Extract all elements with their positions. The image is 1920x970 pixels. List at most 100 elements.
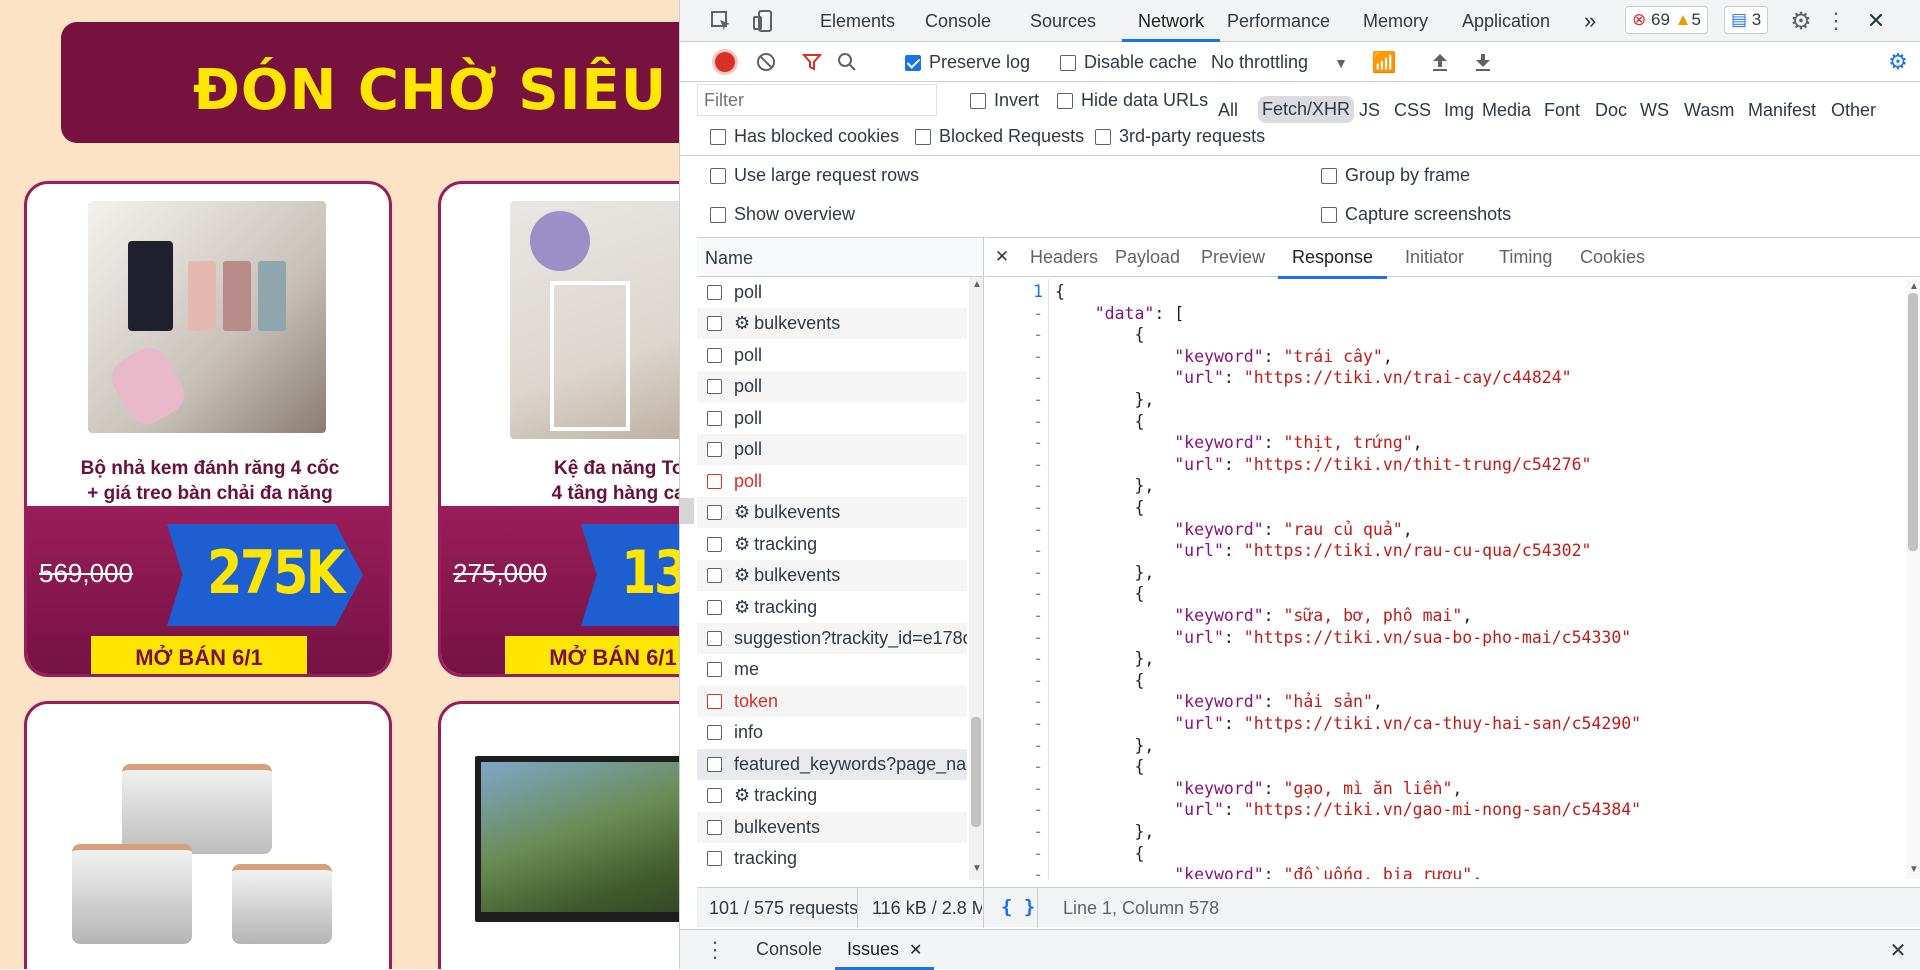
has-blocked-cookies-checkbox[interactable]: Has blocked cookies: [710, 126, 899, 147]
filter-type-css[interactable]: CSS: [1394, 100, 1431, 121]
request-checkbox[interactable]: [707, 442, 722, 458]
request-row[interactable]: ⚙ bulkevents: [697, 560, 967, 592]
hide-data-urls-checkbox[interactable]: Hide data URLs: [1057, 90, 1208, 111]
export-har-icon[interactable]: [1471, 50, 1495, 74]
request-row[interactable]: ⚙ tracking: [697, 592, 967, 623]
request-checkbox[interactable]: [707, 316, 722, 332]
filter-type-doc[interactable]: Doc: [1595, 100, 1627, 121]
disable-cache-checkbox[interactable]: Disable cache: [1060, 52, 1197, 73]
product-name[interactable]: Kệ đa năng Tok4 tầng hàng cao: [449, 456, 679, 506]
close-drawer-icon[interactable]: ✕: [1886, 938, 1910, 962]
request-checkbox[interactable]: [707, 568, 722, 584]
settings-gear-icon[interactable]: ⚙: [1788, 8, 1814, 35]
more-options-icon[interactable]: ⋮: [1823, 8, 1849, 34]
tab-cookies[interactable]: Cookies: [1580, 238, 1645, 276]
open-sale-label[interactable]: MỞ BÁN 6/1: [91, 636, 307, 674]
request-row[interactable]: ⚙ bulkevents: [697, 497, 967, 529]
product-card[interactable]: [24, 701, 392, 969]
device-toolbar-icon[interactable]: [750, 8, 776, 34]
request-row[interactable]: poll: [697, 403, 967, 434]
response-body[interactable]: 1{- "data": [- {- "keyword": "trái cây",…: [985, 279, 1920, 879]
import-har-icon[interactable]: [1428, 50, 1452, 74]
scrollbar-thumb[interactable]: [971, 717, 981, 827]
request-row[interactable]: poll: [697, 466, 967, 497]
close-tab-icon[interactable]: ✕: [909, 942, 922, 959]
tab-initiator[interactable]: Initiator: [1405, 238, 1464, 276]
close-devtools-icon[interactable]: ✕: [1863, 8, 1889, 34]
request-checkbox[interactable]: [707, 505, 722, 521]
request-checkbox[interactable]: [707, 851, 722, 867]
network-conditions-icon[interactable]: 📶: [1372, 50, 1397, 74]
request-row[interactable]: ⚙ tracking: [697, 529, 967, 560]
messages-counter[interactable]: ▤ 3: [1724, 6, 1769, 34]
request-row[interactable]: token: [697, 685, 967, 717]
product-card[interactable]: Kệ đa năng Tok4 tầng hàng cao 275,000 13…: [438, 181, 679, 677]
pretty-print-icon[interactable]: { }: [1001, 896, 1035, 918]
drawer-tab-console[interactable]: Console: [756, 939, 822, 960]
request-checkbox[interactable]: [707, 788, 722, 804]
inspect-element-icon[interactable]: [708, 8, 734, 34]
tab-sources[interactable]: Sources: [1030, 0, 1096, 42]
request-row[interactable]: suggestion?trackity_id=e178cf5d-...: [697, 622, 967, 654]
request-row[interactable]: tracking: [697, 843, 967, 874]
blocked-requests-checkbox[interactable]: Blocked Requests: [915, 126, 1084, 147]
filter-type-font[interactable]: Font: [1544, 100, 1580, 121]
product-name[interactable]: Bộ nhả kem đánh răng 4 cốc + giá treo bàn…: [35, 456, 385, 506]
request-checkbox[interactable]: [707, 285, 722, 300]
request-checkbox[interactable]: [707, 379, 722, 395]
filter-type-manifest[interactable]: Manifest: [1748, 100, 1816, 121]
tab-preview[interactable]: Preview: [1201, 238, 1265, 276]
filter-type-other[interactable]: Other: [1831, 100, 1876, 121]
tab-headers[interactable]: Headers: [1030, 238, 1098, 276]
capture-screenshots-checkbox[interactable]: Capture screenshots: [1321, 204, 1511, 225]
preserve-log-checkbox[interactable]: Preserve log: [905, 52, 1030, 73]
clear-icon[interactable]: [754, 50, 778, 74]
request-checkbox[interactable]: [707, 536, 722, 552]
request-row[interactable]: poll: [697, 371, 967, 403]
request-checkbox[interactable]: [707, 756, 722, 772]
filter-type-media[interactable]: Media: [1482, 100, 1531, 121]
close-detail-icon[interactable]: ✕: [991, 246, 1013, 268]
request-checkbox[interactable]: [707, 819, 722, 835]
record-icon[interactable]: [715, 52, 735, 72]
request-checkbox[interactable]: [707, 630, 722, 646]
request-checkbox[interactable]: [707, 662, 722, 678]
request-checkbox[interactable]: [707, 473, 722, 489]
tab-payload[interactable]: Payload: [1115, 238, 1180, 276]
tab-performance[interactable]: Performance: [1227, 0, 1330, 42]
request-row[interactable]: ⚙ tracking: [697, 780, 967, 811]
request-row[interactable]: ⚙ bulkevents: [697, 308, 967, 340]
throttling-select[interactable]: No throttling ▼: [1211, 52, 1348, 73]
more-tabs-button[interactable]: »: [1584, 0, 1596, 42]
name-column-header[interactable]: Name: [697, 237, 983, 277]
drawer-tab-issues[interactable]: Issues ✕: [835, 930, 935, 970]
invert-checkbox[interactable]: Invert: [970, 90, 1039, 111]
request-row[interactable]: poll: [697, 340, 967, 371]
scrollbar-thumb[interactable]: [1908, 293, 1918, 551]
request-checkbox[interactable]: [707, 693, 722, 709]
request-list-scrollbar[interactable]: ▲ ▼: [969, 277, 983, 880]
network-settings-gear-icon[interactable]: ⚙: [1886, 49, 1910, 74]
filter-icon[interactable]: [800, 50, 824, 74]
tab-network[interactable]: Network: [1122, 0, 1221, 42]
request-row[interactable]: me: [697, 654, 967, 685]
request-checkbox[interactable]: [707, 599, 722, 615]
show-overview-checkbox[interactable]: Show overview: [710, 204, 855, 225]
request-row[interactable]: bulkevents: [697, 811, 967, 843]
filter-type-img[interactable]: Img: [1444, 100, 1474, 121]
tab-memory[interactable]: Memory: [1363, 0, 1428, 42]
request-row[interactable]: poll: [697, 434, 967, 466]
request-checkbox[interactable]: [707, 410, 722, 426]
third-party-requests-checkbox[interactable]: 3rd-party requests: [1095, 126, 1265, 147]
search-icon[interactable]: [835, 50, 859, 74]
filter-type-all[interactable]: All: [1218, 100, 1238, 121]
request-row[interactable]: featured_keywords?page_name=...: [697, 748, 967, 780]
request-row[interactable]: info: [697, 717, 967, 748]
promo-banner[interactable]: ĐÓN CHỜ SIÊU: [61, 22, 679, 143]
filter-text-field[interactable]: [698, 85, 936, 115]
filter-type-wasm[interactable]: Wasm: [1684, 100, 1734, 121]
group-by-frame-checkbox[interactable]: Group by frame: [1321, 165, 1470, 186]
drawer-menu-icon[interactable]: ⋮: [704, 937, 726, 962]
panel-resize-handle[interactable]: [680, 498, 694, 524]
filter-type-ws[interactable]: WS: [1640, 100, 1669, 121]
